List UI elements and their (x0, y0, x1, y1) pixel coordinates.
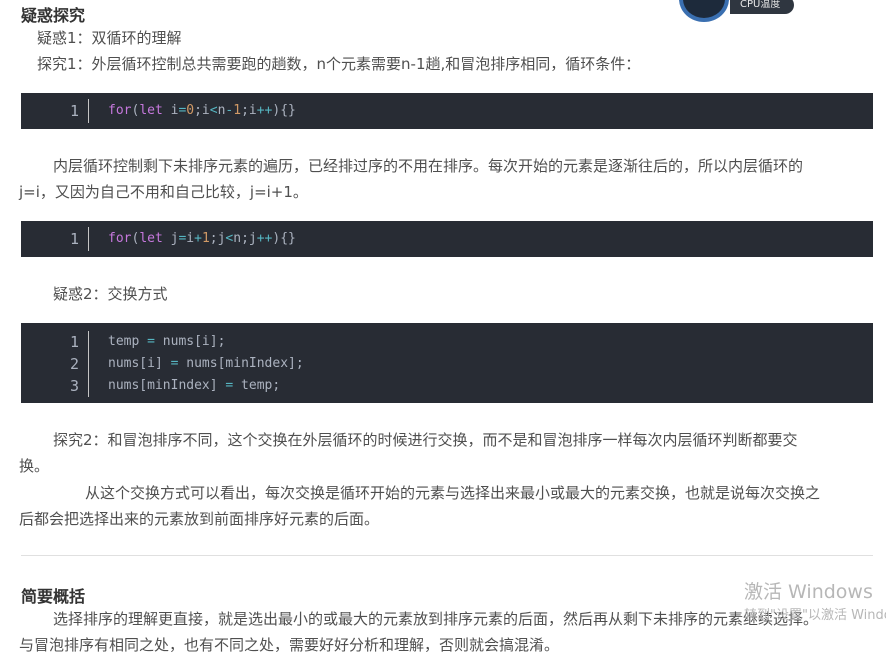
code-block-outer-loop: 1 for(let i=0;i<n-1;i++){} (21, 93, 873, 129)
line-number: 2 (69, 355, 79, 373)
cpu-temperature-label: CPU温度 (730, 0, 794, 14)
line-number: 1 (69, 333, 79, 351)
gutter-divider (88, 227, 89, 251)
code-block-swap: 1 2 3 temp = nums[i]; nums[i] = nums[min… (21, 323, 873, 403)
code-block-inner-loop: 1 for(let j=i+1;j<n;j++){} (21, 221, 873, 257)
section-heading-summary: 简要概括 (21, 587, 86, 606)
activation-watermark-subtitle: 转到"设置"以激活 Windows。 (744, 608, 886, 623)
code-line: for(let i=0;i<n-1;i++){} (108, 103, 296, 118)
gutter-divider (88, 331, 89, 397)
swap-explanation-line1: 从这个交换方式可以看出，每次交换是循环开始的元素与选择出来最小或最大的元素交换，… (85, 484, 821, 502)
answer-2-line1: 探究2：和冒泡排序不同，这个交换在外层循环的时候进行交换，而不是和冒泡排序一样每… (53, 431, 798, 449)
inner-loop-paragraph-line2: j=i，又因为自己不用和自己比较，j=i+1。 (19, 183, 308, 201)
code-line: nums[i] = nums[minIndex]; (108, 356, 304, 371)
activation-watermark-title: 激活 Windows (744, 581, 873, 603)
section-divider (21, 555, 873, 556)
doubt-2-text: 疑惑2：交换方式 (53, 285, 168, 303)
line-number: 1 (69, 102, 79, 120)
code-line: temp = nums[i]; (108, 334, 226, 349)
cpu-temperature-widget[interactable]: CPU温度 (676, 0, 794, 26)
code-line: nums[minIndex] = temp; (108, 378, 281, 393)
section-heading-doubt: 疑惑探究 (21, 6, 86, 25)
cpu-gauge-icon (679, 0, 729, 22)
line-number: 1 (69, 230, 79, 248)
summary-line1: 选择排序的理解更直接，就是选出最小的或最大的元素放到排序元素的后面，然后再从剩下… (53, 610, 819, 628)
code-line: for(let j=i+1;j<n;j++){} (108, 231, 296, 246)
swap-explanation-line2: 后都会把选择出来的元素放到前面排序好元素的后面。 (19, 510, 380, 528)
answer-1-text: 探究1：外层循环控制总共需要跑的趟数，n个元素需要n-1趟,和冒泡排序相同，循环… (37, 55, 641, 73)
doubt-1-text: 疑惑1：双循环的理解 (37, 29, 182, 47)
summary-line2: 与冒泡排序有相同之处，也有不同之处，需要好好分析和理解，否则就会搞混淆。 (19, 636, 560, 654)
answer-2-line2: 换。 (19, 457, 50, 475)
line-number: 3 (69, 377, 79, 395)
gutter-divider (88, 99, 89, 123)
inner-loop-paragraph-line1: 内层循环控制剩下未排序元素的遍历，已经排过序的不用在排序。每次开始的元素是逐渐往… (53, 157, 804, 175)
